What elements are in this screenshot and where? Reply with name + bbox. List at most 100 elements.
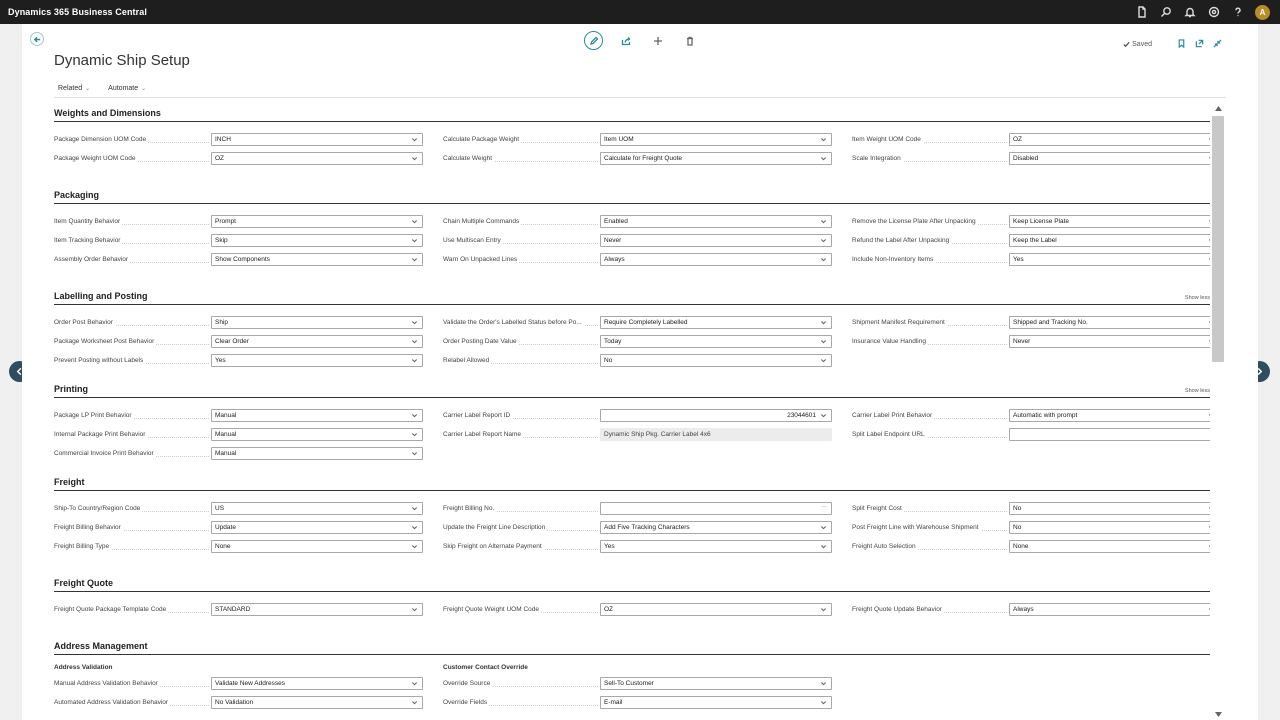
freight-billing-no-input[interactable]: ···	[600, 502, 832, 515]
section-title[interactable]: Labelling and Posting	[54, 291, 148, 301]
package-worksheet-post-behavior-input[interactable]: Clear Order	[211, 335, 423, 348]
chevron-down-icon[interactable]	[411, 543, 419, 551]
include-non-inventory-items-input[interactable]: Yes	[1009, 253, 1210, 266]
chevron-down-icon[interactable]	[820, 218, 828, 226]
chevron-down-icon[interactable]	[820, 699, 828, 707]
chevron-down-icon[interactable]	[411, 680, 419, 688]
remove-the-license-plate-after-unpacking-input[interactable]: Keep License Plate	[1009, 215, 1210, 228]
chevron-down-icon[interactable]	[411, 357, 419, 365]
section-title[interactable]: Weights and Dimensions	[54, 108, 161, 118]
lookup-icon[interactable]: ···	[821, 504, 827, 510]
chevron-down-icon[interactable]	[411, 431, 419, 439]
carrier-label-print-behavior-input[interactable]: Automatic with prompt	[1009, 409, 1210, 422]
chevron-down-icon[interactable]	[820, 237, 828, 245]
item-quantity-behavior-input[interactable]: Prompt	[211, 215, 423, 228]
prevent-posting-without-labels-input[interactable]: Yes	[211, 354, 423, 367]
package-dimension-uom-code-input[interactable]: INCH	[211, 133, 423, 146]
menu-related[interactable]: Related ⌄	[54, 85, 94, 92]
item-weight-uom-code-input[interactable]: OZ	[1009, 133, 1210, 146]
chevron-down-icon[interactable]	[820, 524, 828, 532]
commercial-invoice-print-behavior-input[interactable]: Manual	[211, 447, 423, 460]
scale-integration-input[interactable]: Disabled	[1009, 152, 1210, 165]
refund-the-label-after-unpacking-input[interactable]: Keep the Label	[1009, 234, 1210, 247]
section-title[interactable]: Address Management	[54, 641, 148, 651]
section-header[interactable]: Address Management	[54, 637, 1210, 655]
chevron-down-icon[interactable]	[411, 699, 419, 707]
bell-icon[interactable]	[1183, 5, 1197, 19]
calculate-package-weight-input[interactable]: Item UOM	[600, 133, 832, 146]
override-fields-input[interactable]: E-mail	[600, 696, 832, 709]
split-label-endpoint-url-input[interactable]	[1009, 428, 1210, 441]
section-header[interactable]: Freight Quote	[54, 574, 1210, 592]
post-freight-line-with-warehouse-shipment-input[interactable]: No	[1009, 521, 1210, 534]
insurance-value-handling-input[interactable]: Never	[1009, 335, 1210, 348]
chevron-down-icon[interactable]	[820, 680, 828, 688]
chevron-down-icon[interactable]	[820, 338, 828, 346]
search-icon[interactable]	[1159, 5, 1173, 19]
scroll-thumb[interactable]	[1212, 116, 1224, 362]
menu-automate[interactable]: Automate ⌄	[104, 85, 150, 92]
new-icon[interactable]	[649, 32, 667, 50]
chevron-down-icon[interactable]	[411, 218, 419, 226]
chevron-down-icon[interactable]	[820, 256, 828, 264]
chevron-down-icon[interactable]	[411, 524, 419, 532]
chevron-down-icon[interactable]	[820, 606, 828, 614]
chevron-down-icon[interactable]	[820, 543, 828, 551]
automated-address-validation-behavior-input[interactable]: No Validation	[211, 696, 423, 709]
edit-icon[interactable]	[584, 31, 603, 50]
warn-on-unpacked-lines-input[interactable]: Always	[600, 253, 832, 266]
help-icon[interactable]	[1231, 5, 1245, 19]
chevron-down-icon[interactable]	[411, 338, 419, 346]
freight-billing-behavior-input[interactable]: Update	[211, 521, 423, 534]
collapse-icon[interactable]	[1213, 35, 1222, 53]
chain-multiple-commands-input[interactable]: Enabled	[600, 215, 832, 228]
chevron-down-icon[interactable]	[411, 412, 419, 420]
back-button[interactable]	[30, 32, 44, 46]
section-header[interactable]: Labelling and Posting Show less	[54, 287, 1210, 305]
show-less-link[interactable]: Show less	[1185, 388, 1210, 394]
ship-to-country-region-code-input[interactable]: US	[211, 502, 423, 515]
item-tracking-behavior-input[interactable]: Skip	[211, 234, 423, 247]
scroll-up-icon[interactable]	[1213, 104, 1223, 112]
relabel-allowed-input[interactable]: No	[600, 354, 832, 367]
document-icon[interactable]	[1135, 5, 1149, 19]
section-title[interactable]: Freight Quote	[54, 578, 113, 588]
scroll-down-icon[interactable]	[1213, 710, 1223, 718]
chevron-down-icon[interactable]	[820, 319, 828, 327]
assembly-order-behavior-input[interactable]: Show Components	[211, 253, 423, 266]
chevron-down-icon[interactable]	[411, 606, 419, 614]
calculate-weight-input[interactable]: Calculate for Freight Quote	[600, 152, 832, 165]
show-less-link[interactable]: Show less	[1185, 295, 1210, 301]
manual-address-validation-behavior-input[interactable]: Validate New Addresses	[211, 677, 423, 690]
shipment-manifest-requirement-input[interactable]: Shipped and Tracking No.	[1009, 316, 1210, 329]
open-new-window-icon[interactable]	[1195, 35, 1204, 53]
chevron-down-icon[interactable]	[411, 237, 419, 245]
order-posting-date-value-input[interactable]: Today	[600, 335, 832, 348]
freight-auto-selection-input[interactable]: None	[1009, 540, 1210, 553]
section-title[interactable]: Packaging	[54, 190, 99, 200]
validate-the-order-s-labelled-status-before-po-input[interactable]: Require Completely Labelled	[600, 316, 832, 329]
chevron-down-icon[interactable]	[820, 357, 828, 365]
share-icon[interactable]	[617, 32, 635, 50]
section-header[interactable]: Packaging	[54, 186, 1210, 204]
delete-icon[interactable]	[681, 32, 699, 50]
section-title[interactable]: Printing	[54, 384, 88, 394]
section-header[interactable]: Weights and Dimensions	[54, 104, 1210, 122]
app-title[interactable]: Dynamics 365 Business Central	[8, 7, 147, 17]
chevron-down-icon[interactable]	[411, 450, 419, 458]
carrier-label-report-id-input[interactable]: 23044601	[600, 409, 832, 422]
override-source-input[interactable]: Sell-To Customer	[600, 677, 832, 690]
section-title[interactable]: Freight	[54, 477, 85, 487]
chevron-down-icon[interactable]	[411, 319, 419, 327]
order-post-behavior-input[interactable]: Ship	[211, 316, 423, 329]
settings-icon[interactable]	[1207, 5, 1221, 19]
freight-quote-update-behavior-input[interactable]: Always	[1009, 603, 1210, 616]
internal-package-print-behavior-input[interactable]: Manual	[211, 428, 423, 441]
chevron-down-icon[interactable]	[411, 505, 419, 513]
bookmark-icon[interactable]	[1177, 35, 1186, 53]
split-freight-cost-input[interactable]: No	[1009, 502, 1210, 515]
chevron-down-icon[interactable]	[820, 155, 828, 163]
chevron-down-icon[interactable]	[820, 136, 828, 144]
chevron-down-icon[interactable]	[820, 412, 828, 420]
freight-quote-weight-uom-code-input[interactable]: OZ	[600, 603, 832, 616]
